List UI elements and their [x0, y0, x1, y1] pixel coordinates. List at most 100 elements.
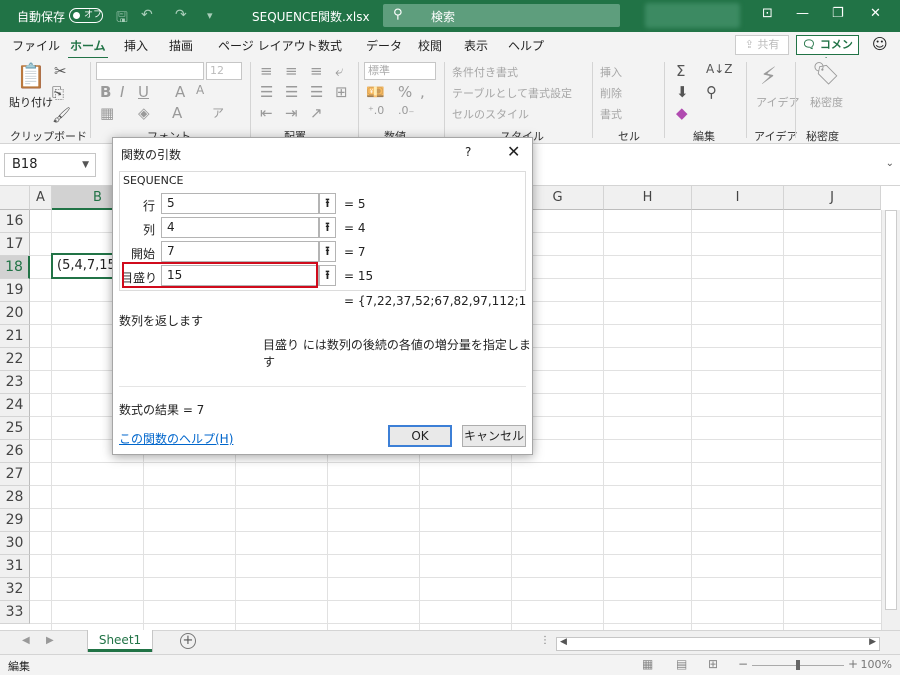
row-header[interactable]: 21	[0, 325, 30, 348]
minimize-icon[interactable]: —	[796, 6, 809, 21]
tab-review[interactable]: 校閲	[418, 37, 442, 54]
column-header[interactable]: I	[692, 186, 784, 210]
row-header[interactable]: 30	[0, 532, 30, 555]
customize-qat-icon[interactable]: ▾	[207, 9, 213, 22]
delete-cells-button[interactable]: 削除	[600, 85, 622, 101]
horizontal-scrollbar[interactable]: ◀ ▶	[556, 637, 880, 651]
conditional-format-button[interactable]: 条件付き書式	[452, 64, 518, 80]
search-box[interactable]: ⚲ 検索	[383, 4, 620, 27]
align-middle-icon[interactable]: ≡	[285, 62, 298, 80]
zoom-slider-thumb[interactable]	[796, 660, 800, 670]
ideas-icon[interactable]: ⚡	[760, 62, 777, 90]
tab-split-handle[interactable]: ⋮	[540, 635, 550, 646]
decrease-font-icon[interactable]: A	[196, 83, 204, 97]
align-top-icon[interactable]: ≡	[260, 62, 273, 80]
next-sheet-icon[interactable]: ▶	[46, 635, 54, 646]
arg-input-columns[interactable]: 4	[161, 217, 319, 238]
redo-icon[interactable]: ↷	[175, 7, 187, 23]
row-header[interactable]: 31	[0, 555, 30, 578]
row-header[interactable]: 17	[0, 233, 30, 256]
sensitivity-icon[interactable]: 🏷	[812, 62, 840, 87]
comment-button[interactable]: 🗨 コメント	[796, 35, 859, 69]
find-select-icon[interactable]: ⚲	[706, 83, 717, 101]
vertical-scroll-thumb[interactable]	[885, 210, 897, 610]
decrease-indent-icon[interactable]: ⇤	[260, 104, 273, 122]
row-header[interactable]: 22	[0, 348, 30, 371]
format-cells-button[interactable]: 書式	[600, 106, 622, 122]
insert-cells-button[interactable]: 挿入	[600, 64, 622, 80]
select-all-corner[interactable]	[0, 186, 30, 210]
paste-label[interactable]: 貼り付け	[9, 94, 53, 110]
increase-font-icon[interactable]: A	[175, 83, 185, 101]
feedback-smiley-icon[interactable]: ☺	[872, 35, 888, 53]
increase-decimal-icon[interactable]: ⁺.0	[368, 104, 384, 117]
sensitivity-button-label[interactable]: 秘密度	[810, 94, 843, 110]
phonetic-icon[interactable]: ア	[212, 104, 224, 121]
sheet-tab-sheet1[interactable]: Sheet1	[88, 630, 152, 652]
sort-filter-icon[interactable]: A↓Z	[706, 62, 732, 76]
close-window-icon[interactable]: ✕	[870, 6, 881, 21]
tab-file[interactable]: ファイル	[12, 37, 60, 54]
row-header[interactable]: 29	[0, 509, 30, 532]
share-button[interactable]: ⇪ 共有	[735, 35, 789, 55]
restore-icon[interactable]: ❐	[832, 6, 844, 21]
format-painter-icon[interactable]: 🖌	[52, 106, 71, 124]
align-right-icon[interactable]: ☰	[310, 83, 323, 101]
row-header[interactable]: 28	[0, 486, 30, 509]
collapse-dialog-icon[interactable]: ⭱	[319, 193, 336, 214]
row-header[interactable]: 26	[0, 440, 30, 463]
page-layout-view-icon[interactable]: ▤	[676, 657, 687, 671]
arg-input-start[interactable]: 7	[161, 241, 319, 262]
row-header[interactable]: 18	[0, 256, 30, 279]
font-color-icon[interactable]: A	[172, 104, 182, 122]
expand-formula-bar-icon[interactable]: ⌄	[886, 158, 894, 169]
column-header[interactable]: A	[30, 186, 52, 210]
bold-icon[interactable]: B	[100, 83, 111, 101]
orientation-icon[interactable]: ↗	[310, 104, 323, 122]
column-header[interactable]: J	[784, 186, 881, 210]
number-format-box[interactable]: 標準	[364, 62, 436, 80]
name-box[interactable]: B18 ▼	[4, 153, 96, 177]
collapse-dialog-icon[interactable]: ⭱	[319, 217, 336, 238]
prev-sheet-icon[interactable]: ◀	[22, 635, 30, 646]
align-bottom-icon[interactable]: ≡	[310, 62, 323, 80]
comma-style-icon[interactable]: ,	[420, 83, 425, 101]
tab-help[interactable]: ヘルプ	[508, 37, 544, 54]
clear-icon[interactable]: ◆	[676, 104, 688, 122]
currency-icon[interactable]: 💴	[366, 83, 385, 101]
autosum-icon[interactable]: Σ	[676, 62, 685, 80]
tab-data[interactable]: データ	[366, 37, 402, 54]
row-header[interactable]: 24	[0, 394, 30, 417]
ribbon-display-options-icon[interactable]: ⊡	[762, 6, 773, 21]
tab-page-layout[interactable]: ページ レイアウト	[218, 37, 318, 54]
vertical-scrollbar[interactable]	[881, 210, 900, 630]
underline-icon[interactable]: U	[138, 83, 149, 101]
row-header[interactable]: 23	[0, 371, 30, 394]
row-header[interactable]: 33	[0, 601, 30, 624]
autosave-toggle[interactable]: オフ	[69, 8, 103, 23]
paste-icon[interactable]: 📋	[16, 62, 46, 90]
add-sheet-icon[interactable]: +	[180, 633, 196, 649]
dialog-help-button[interactable]: ?	[465, 145, 471, 159]
row-header[interactable]: 32	[0, 578, 30, 601]
cell-styles-button[interactable]: セルのスタイル	[452, 106, 529, 122]
row-header[interactable]: 25	[0, 417, 30, 440]
tab-home[interactable]: ホーム	[68, 37, 108, 60]
normal-view-icon[interactable]: ▦	[642, 657, 653, 671]
scroll-left-icon[interactable]: ◀	[560, 637, 567, 647]
ok-button[interactable]: OK	[388, 425, 452, 447]
close-icon[interactable]: ✕	[507, 142, 520, 161]
function-help-link[interactable]: この関数のヘルプ(H)	[119, 430, 233, 447]
decrease-decimal-icon[interactable]: .0₋	[398, 104, 414, 117]
align-center-icon[interactable]: ☰	[285, 83, 298, 101]
zoom-out-icon[interactable]: −	[738, 657, 748, 671]
zoom-level[interactable]: 100%	[861, 658, 892, 671]
cut-icon[interactable]: ✂	[54, 62, 67, 80]
tab-view[interactable]: 表示	[464, 37, 488, 54]
font-name-box[interactable]	[96, 62, 204, 80]
merge-center-icon[interactable]: ⊞	[335, 83, 348, 101]
save-icon[interactable]: 🖫	[116, 7, 128, 31]
page-break-view-icon[interactable]: ⊞	[708, 657, 718, 671]
collapse-dialog-icon[interactable]: ⭱	[319, 241, 336, 262]
undo-icon[interactable]: ↶	[141, 7, 153, 23]
